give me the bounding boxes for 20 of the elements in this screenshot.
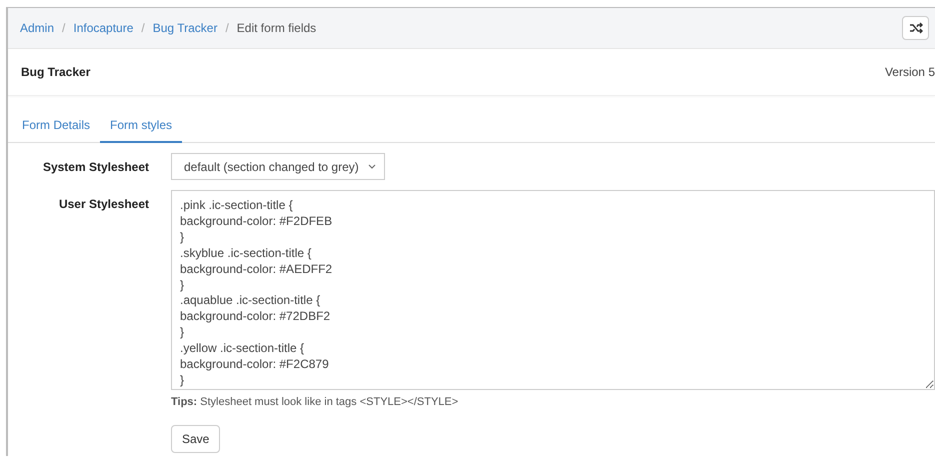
chevron-down-icon — [368, 164, 376, 169]
breadcrumb-separator: / — [62, 21, 66, 35]
stylesheet-select[interactable]: default (section changed to grey) — [171, 153, 385, 180]
tips-text: Tips: Stylesheet must look like in tags <STYLE></STYLE> — [171, 396, 458, 408]
breadcrumb-link[interactable]: Admin — [20, 21, 54, 35]
breadcrumb-link[interactable]: Infocapture — [73, 21, 134, 35]
breadcrumb-separator: / — [141, 21, 145, 35]
tab[interactable]: Form Details — [12, 112, 100, 143]
tab[interactable]: Form styles — [100, 112, 182, 143]
field-label: System Stylesheet — [42, 159, 149, 176]
version-label: Version 5 — [884, 65, 935, 79]
shuffle-button[interactable] — [902, 16, 929, 40]
form-title: Bug Tracker — [21, 65, 90, 79]
shuffle-icon — [908, 22, 922, 34]
field-label: User Stylesheet — [58, 196, 149, 213]
stylesheet-textarea[interactable]: .pink .ic-section-title { background-color: #F2DFEB } .skyblue .ic-section-title { background-color: #AEDFF2 } .aquablue .ic-section-title { background-color: #72DBF2 } .yellow .ic-section-title { background-color: #F2C879 } — [171, 190, 935, 390]
breadcrumb-link[interactable]: Bug Tracker — [152, 21, 218, 35]
breadcrumb-separator: / — [225, 21, 229, 35]
breadcrumb-current: Edit form fields — [236, 21, 316, 35]
save-button[interactable]: Save — [171, 425, 220, 453]
